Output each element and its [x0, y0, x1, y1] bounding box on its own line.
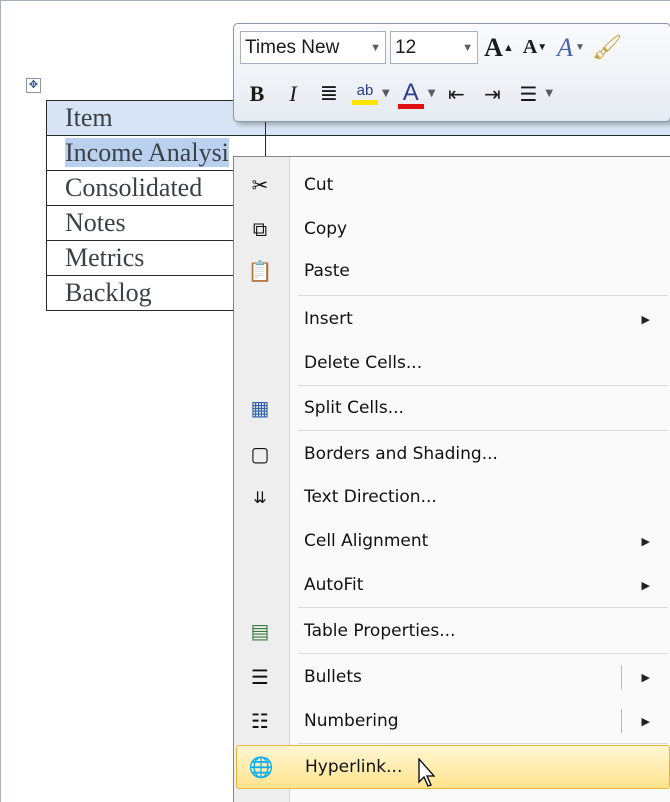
center-align-button[interactable]: ≣	[314, 77, 344, 110]
mini-toolbar-row-2: B I ≣ ab ▼ A ▼ ⇤ ⇥ ☰ ▼	[240, 77, 553, 110]
numbering-icon: ☷	[251, 709, 269, 733]
decrease-indent-button[interactable]: ⇤	[441, 77, 471, 110]
format-painter-button[interactable]: 🖌	[592, 31, 622, 64]
menu-item-label: Table Properties...	[304, 621, 456, 641]
italic-button[interactable]: I	[278, 77, 308, 110]
menu-item-label: Copy	[304, 219, 348, 239]
highlight-color-bar	[352, 100, 378, 105]
increase-indent-button[interactable]: ⇥	[477, 77, 507, 110]
submenu-arrow-icon: ▶	[641, 312, 650, 326]
mini-toolbar: Times New ▼ 12 ▼ A▲ A▼ A▼ 🖌 B I ≣ ab	[233, 23, 670, 122]
font-color-icon: A	[402, 78, 419, 106]
menu-item-label: Paste	[304, 261, 350, 281]
chevron-down-icon[interactable]: ▼	[462, 42, 473, 54]
menu-separator	[298, 430, 668, 431]
mouse-cursor-icon	[418, 758, 436, 787]
font-size-value: 12	[395, 36, 417, 58]
context-menu: ✂ Cut ⧉ Copy 📋 Paste Insert ▶ Delete Cel…	[233, 156, 670, 802]
font-name-combo[interactable]: Times New ▼	[240, 31, 386, 64]
bullets-button[interactable]: ☰	[513, 77, 543, 110]
grow-font-button[interactable]: A ▲	[484, 31, 514, 64]
menu-item-text-direction[interactable]: ⇊ Text Direction...	[236, 475, 670, 519]
menu-item-label: Split Cells...	[304, 398, 404, 418]
menu-item-label: Cell Alignment	[304, 531, 429, 551]
chevron-down-icon[interactable]: ▼	[382, 88, 390, 99]
copy-icon: ⧉	[252, 217, 268, 241]
mini-toolbar-row-1: Times New ▼ 12 ▼ A ▲ A ▼ A ▼ 🖌	[240, 31, 622, 64]
paste-icon: 📋	[247, 259, 273, 283]
menu-item-label: Numbering	[304, 711, 399, 731]
menu-item-cut[interactable]: ✂ Cut	[236, 163, 670, 207]
selected-text: Income Analysi	[65, 138, 229, 167]
font-size-combo[interactable]: 12 ▼	[390, 31, 478, 64]
table-move-handle-icon[interactable]: ✥	[26, 78, 41, 93]
submenu-arrow-icon[interactable]: ▶	[642, 715, 650, 728]
shrink-font-button[interactable]: A ▼	[520, 31, 550, 64]
chevron-down-icon[interactable]: ▼	[545, 88, 553, 99]
menu-item-split-cells[interactable]: ▦ Split Cells...	[236, 386, 670, 430]
menu-item-delete-cells[interactable]: Delete Cells...	[236, 341, 670, 385]
menu-item-label: Bullets	[304, 667, 362, 687]
submenu-arrow-icon: ▶	[641, 578, 650, 592]
bold-icon: B	[249, 80, 265, 106]
menu-item-hyperlink[interactable]: 🌐 Hyperlink...	[236, 745, 670, 789]
menu-separator	[298, 653, 668, 654]
styles-button[interactable]: A ▼	[556, 31, 586, 64]
menu-item-bullets[interactable]: ☰ Bullets ▶	[236, 655, 670, 699]
menu-item-label: Hyperlink...	[305, 757, 403, 777]
shrink-font-icon: A	[522, 36, 538, 58]
table-properties-icon: ▤	[250, 619, 270, 643]
increase-indent-icon: ⇥	[484, 81, 501, 106]
menu-item-paste[interactable]: 📋 Paste	[236, 249, 670, 293]
text-direction-icon: ⇊	[253, 487, 267, 507]
italic-icon: I	[289, 80, 297, 106]
bullets-icon: ☰	[519, 81, 538, 106]
split-divider	[621, 709, 622, 733]
decrease-indent-icon: ⇤	[448, 81, 465, 106]
center-align-icon: ≣	[319, 81, 339, 106]
menu-item-label: Borders and Shading...	[304, 444, 498, 464]
hyperlink-icon: 🌐	[248, 755, 274, 779]
split-cells-icon: ▦	[250, 396, 270, 420]
font-color-bar	[397, 103, 424, 109]
format-painter-icon: 🖌	[592, 35, 623, 61]
grow-font-icon: A	[484, 32, 503, 62]
borders-icon: ▢	[250, 442, 270, 466]
menu-separator	[298, 295, 668, 296]
menu-item-label: AutoFit	[304, 575, 364, 595]
split-divider	[621, 665, 622, 689]
menu-item-label: Insert	[304, 309, 353, 329]
bullets-icon: ☰	[251, 665, 269, 689]
chevron-down-icon: ▼	[574, 42, 585, 53]
menu-item-borders-shading[interactable]: ▢ Borders and Shading...	[236, 432, 670, 476]
menu-item-autofit[interactable]: AutoFit ▶	[236, 563, 670, 607]
menu-item-copy[interactable]: ⧉ Copy	[236, 207, 670, 251]
menu-item-insert[interactable]: Insert ▶	[236, 297, 670, 341]
menu-separator	[298, 743, 668, 744]
menu-item-label: Text Direction...	[304, 487, 437, 507]
menu-separator	[298, 607, 668, 608]
highlight-icon: ab	[356, 82, 374, 99]
font-name-value: Times New	[245, 36, 340, 58]
font-color-button[interactable]: A	[396, 77, 426, 110]
menu-item-label: Cut	[304, 175, 334, 195]
submenu-arrow-icon: ▶	[641, 534, 650, 548]
submenu-arrow-icon[interactable]: ▶	[642, 671, 650, 684]
chevron-down-icon[interactable]: ▼	[428, 88, 436, 99]
menu-item-label: Delete Cells...	[304, 353, 423, 373]
bold-button[interactable]: B	[242, 77, 272, 110]
styles-icon: A	[557, 32, 573, 62]
menu-item-cell-alignment[interactable]: Cell Alignment ▶	[236, 519, 670, 563]
highlight-button[interactable]: ab	[350, 77, 380, 110]
scissors-icon: ✂	[251, 173, 269, 197]
menu-item-table-properties[interactable]: ▤ Table Properties...	[236, 609, 670, 653]
chevron-down-icon[interactable]: ▼	[370, 42, 381, 54]
menu-item-numbering[interactable]: ☷ Numbering ▶	[236, 699, 670, 743]
